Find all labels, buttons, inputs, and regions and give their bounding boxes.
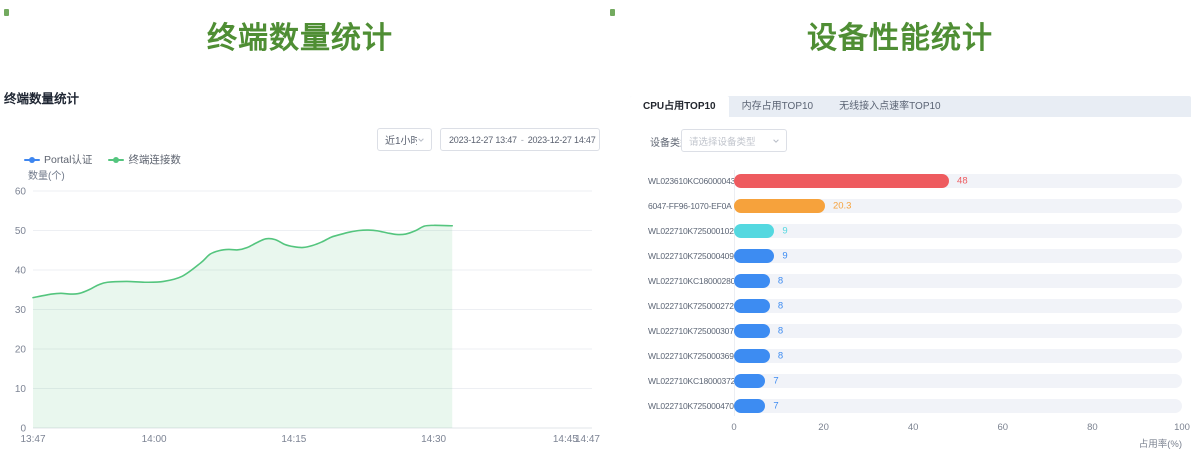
bar-track[interactable]: 20.3 [734, 199, 1182, 213]
y-tick-label: 20 [15, 345, 27, 356]
tab-2[interactable]: 无线接入点速率TOP10 [826, 96, 954, 117]
chevron-down-icon [772, 137, 780, 145]
bar-value-label: 9 [782, 225, 787, 236]
x-tick-label: 14:30 [421, 434, 446, 445]
x-tick-label: 40 [908, 422, 919, 433]
bar-fill [734, 299, 770, 313]
y-tick-label: 60 [15, 187, 27, 198]
bar-track[interactable]: 48 [734, 174, 1182, 188]
bar-row: WL022710K725000272 8 [648, 293, 1182, 318]
bar-track[interactable]: 7 [734, 399, 1182, 413]
bar-category-label: 6047-FF96-1070-EF0A [648, 201, 726, 211]
y-tick-label: 40 [15, 266, 27, 277]
bar-fill [734, 224, 774, 238]
tab-bar: CPU占用TOP10内存占用TOP10无线接入点速率TOP10 [630, 96, 1191, 117]
section-title-right: 设备性能统计 [600, 13, 1200, 57]
cpu-top10-bar-chart: WL023610KC06000043 48 6047-FF96-1070-EF0A 2… [648, 168, 1182, 450]
bar-value-label: 8 [778, 325, 783, 336]
x-tick-label: 14:00 [142, 434, 167, 445]
device-type-select[interactable]: 请选择设备类型 [681, 129, 787, 152]
line-chart[interactable]: 010203040506013:4714:0014:1514:3014:4514… [0, 0, 600, 456]
bar-row: WL022710K725000409 9 [648, 243, 1182, 268]
bar-category-label: WL022710K725000272 [648, 301, 726, 311]
bar-track[interactable]: 7 [734, 374, 1182, 388]
bar-row: WL022710KC18000372 7 [648, 368, 1182, 393]
y-tick-label: 30 [15, 305, 27, 316]
bar-category-label: WL022710K725000470 [648, 401, 726, 411]
bar-fill [734, 249, 774, 263]
bar-row: WL022710KC18000280 8 [648, 268, 1182, 293]
bar-row: WL022710K725000470 7 [648, 393, 1182, 418]
bar-category-label: WL022710K725000102 [648, 226, 726, 236]
bar-category-label: WL022710K725000369 [648, 351, 726, 361]
bar-fill [734, 349, 770, 363]
device-type-placeholder: 请选择设备类型 [682, 134, 772, 148]
bar-category-label: WL022710KC18000372 [648, 376, 726, 386]
bar-fill [734, 324, 770, 338]
bar-row: WL022710K725000102 9 [648, 218, 1182, 243]
bar-track[interactable]: 9 [734, 224, 1182, 238]
tab-0[interactable]: CPU占用TOP10 [630, 96, 729, 117]
bar-row: WL022710K725000307 8 [648, 318, 1182, 343]
bar-x-axis: 020406080100 [734, 422, 1182, 434]
bar-value-label: 7 [773, 375, 778, 386]
bar-value-label: 9 [782, 250, 787, 261]
bar-track[interactable]: 8 [734, 324, 1182, 338]
bar-value-label: 8 [778, 300, 783, 311]
bar-track[interactable]: 8 [734, 274, 1182, 288]
bar-fill [734, 274, 770, 288]
x-tick-label: 20 [818, 422, 829, 433]
bar-row: WL023610KC06000043 48 [648, 168, 1182, 193]
bar-value-label: 20.3 [833, 200, 852, 211]
bar-category-label: WL022710K725000307 [648, 326, 726, 336]
x-tick-label: 0 [731, 422, 736, 433]
device-performance-section: 设备性能统计 CPU占用TOP10内存占用TOP10无线接入点速率TOP10 设… [600, 0, 1200, 456]
x-tick-label: 14:15 [281, 434, 306, 445]
bar-fill [734, 174, 949, 188]
bar-value-label: 8 [778, 275, 783, 286]
bar-x-axis-label: 占用率(%) [648, 436, 1182, 450]
line-chart-plot-area[interactable] [33, 191, 592, 428]
bar-rows: WL023610KC06000043 48 6047-FF96-1070-EF0A 2… [648, 168, 1182, 418]
bar-category-label: WL022710KC18000280 [648, 276, 726, 286]
bar-track[interactable]: 8 [734, 349, 1182, 363]
bar-row: 6047-FF96-1070-EF0A 20.3 [648, 193, 1182, 218]
bar-value-label: 8 [778, 350, 783, 361]
x-tick-label: 100 [1174, 422, 1190, 433]
bar-row: WL022710K725000369 8 [648, 343, 1182, 368]
x-tick-label: 13:47 [20, 434, 45, 445]
y-tick-label: 0 [20, 424, 26, 435]
bar-category-label: WL022710K725000409 [648, 251, 726, 261]
terminal-count-section: 终端数量统计 终端数量统计 近1小时 2023-12-27 13:47 - 20… [0, 0, 600, 456]
bar-track[interactable]: 9 [734, 249, 1182, 263]
x-tick-label: 14:47 [575, 434, 600, 445]
bar-value-label: 48 [957, 175, 968, 186]
bar-track[interactable]: 8 [734, 299, 1182, 313]
x-tick-label: 60 [998, 422, 1009, 433]
bar-category-label: WL023610KC06000043 [648, 176, 726, 186]
tab-1[interactable]: 内存占用TOP10 [729, 96, 827, 117]
bar-value-label: 7 [773, 400, 778, 411]
bar-fill [734, 374, 765, 388]
bar-fill [734, 399, 765, 413]
y-tick-label: 50 [15, 226, 27, 237]
bar-fill [734, 199, 825, 213]
x-tick-label: 80 [1087, 422, 1098, 433]
y-tick-label: 10 [15, 384, 27, 395]
